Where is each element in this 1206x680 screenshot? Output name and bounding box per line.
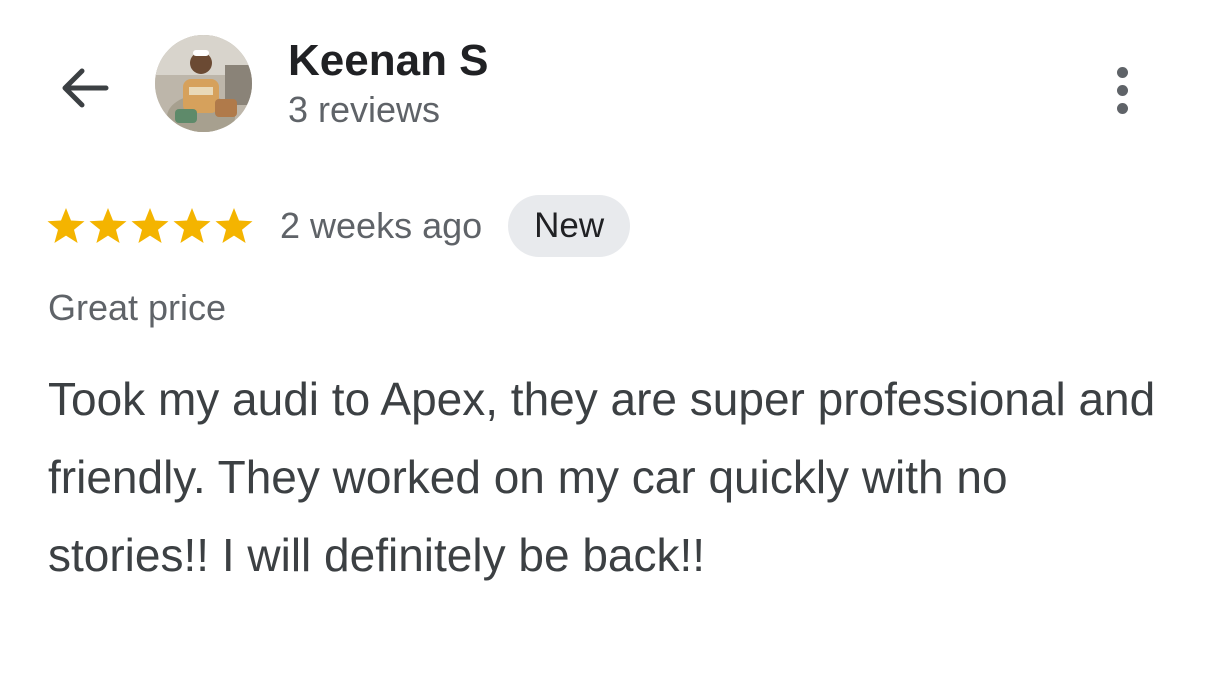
avatar-photo	[155, 35, 252, 132]
star-icon	[89, 208, 127, 243]
star-icon	[131, 208, 169, 243]
back-button[interactable]	[52, 58, 116, 122]
reviewer-review-count[interactable]: 3 reviews	[288, 90, 440, 130]
more-vertical-icon	[1116, 66, 1128, 114]
star-icon	[215, 208, 253, 243]
reviewer-name[interactable]: Keenan S	[288, 36, 489, 86]
arrow-left-icon	[58, 65, 110, 116]
new-badge: New	[508, 195, 631, 257]
more-options-button[interactable]	[1098, 56, 1146, 124]
rating-row: 2 weeks ago New	[46, 194, 631, 258]
star-icon	[173, 208, 211, 243]
review-tag: Great price	[48, 287, 227, 328]
review-date: 2 weeks ago	[280, 205, 483, 246]
star-rating	[46, 206, 254, 246]
review-text: Took my audi to Apex, they are super pro…	[48, 373, 1156, 581]
avatar[interactable]	[155, 35, 252, 132]
star-icon	[47, 208, 85, 243]
